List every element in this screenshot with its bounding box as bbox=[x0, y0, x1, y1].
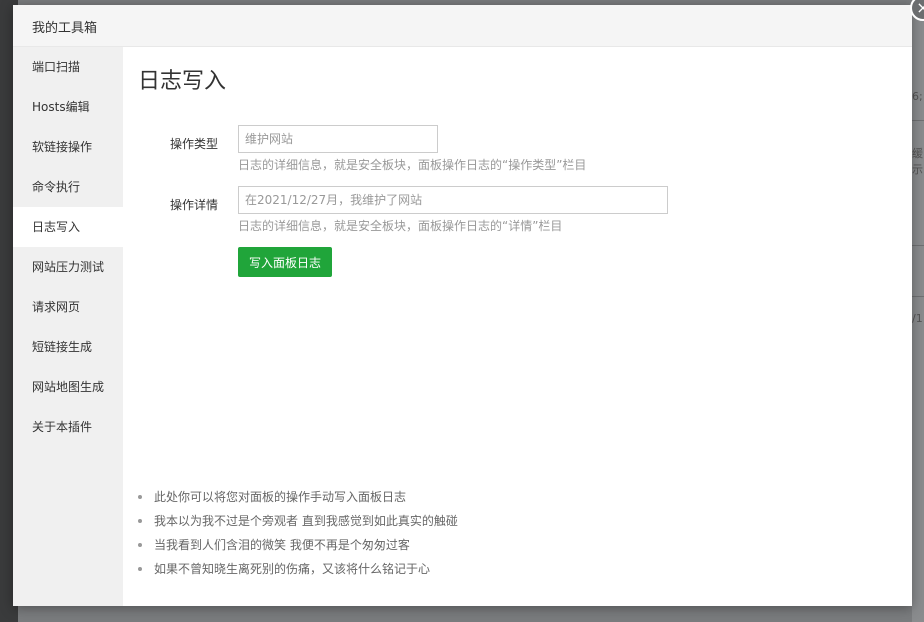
page-title: 日志写入 bbox=[138, 69, 227, 94]
tips-list: 此处你可以将您对面板的操作手动写入面板日志 我本以为我不过是个旁观者 直到我感觉… bbox=[138, 485, 458, 581]
operation-type-label: 操作类型 bbox=[169, 137, 218, 151]
operation-detail-input[interactable] bbox=[238, 186, 668, 214]
tip-item: 当我看到人们含泪的微笑 我便不再是个匆匆过客 bbox=[138, 533, 458, 557]
operation-detail-help: 日志的详细信息，就是安全板块，面板操作日志的“详情”栏目 bbox=[238, 219, 563, 233]
operation-detail-label: 操作详情 bbox=[169, 198, 218, 212]
tip-item: 如果不曾知晓生离死别的伤痛，又该将什么铭记于心 bbox=[138, 557, 458, 581]
dialog-title: 我的工具箱 bbox=[32, 21, 98, 36]
sidebar-item-command-exec[interactable]: 命令执行 bbox=[13, 167, 123, 207]
operation-type-help: 日志的详细信息，就是安全板块，面板操作日志的“操作类型”栏目 bbox=[238, 158, 587, 172]
main-content: 日志写入 操作类型 日志的详细信息，就是安全板块，面板操作日志的“操作类型”栏目… bbox=[123, 47, 912, 606]
sidebar-item-stress-test[interactable]: 网站压力测试 bbox=[13, 247, 123, 287]
background-edge-text: /1 bbox=[912, 312, 923, 325]
sidebar-item-request-page[interactable]: 请求网页 bbox=[13, 287, 123, 327]
toolbox-dialog: 我的工具箱 端口扫描 Hosts编辑 软链接操作 命令执行 日志写入 网站压力测… bbox=[13, 0, 924, 606]
background-edge-text: 缓示 bbox=[912, 147, 923, 176]
sidebar-item-hosts-edit[interactable]: Hosts编辑 bbox=[13, 87, 123, 127]
sidebar-item-symlink[interactable]: 软链接操作 bbox=[13, 127, 123, 167]
background-divider bbox=[912, 245, 924, 246]
dialog-header: 我的工具箱 bbox=[13, 5, 912, 47]
sidebar-item-short-link[interactable]: 短链接生成 bbox=[13, 327, 123, 367]
sidebar: 端口扫描 Hosts编辑 软链接操作 命令执行 日志写入 网站压力测试 请求网页… bbox=[13, 47, 123, 606]
tip-item: 我本以为我不过是个旁观者 直到我感觉到如此真实的触碰 bbox=[138, 509, 458, 533]
sidebar-item-about[interactable]: 关于本插件 bbox=[13, 407, 123, 447]
operation-type-input[interactable] bbox=[238, 125, 438, 153]
tip-item: 此处你可以将您对面板的操作手动写入面板日志 bbox=[138, 485, 458, 509]
background-edge-text: 6; bbox=[912, 90, 923, 103]
sidebar-item-sitemap[interactable]: 网站地图生成 bbox=[13, 367, 123, 407]
background-divider bbox=[912, 296, 924, 297]
background-divider bbox=[912, 120, 924, 121]
write-log-button[interactable]: 写入面板日志 bbox=[238, 247, 332, 277]
sidebar-item-log-write[interactable]: 日志写入 bbox=[13, 207, 123, 247]
sidebar-item-port-scan[interactable]: 端口扫描 bbox=[13, 47, 123, 87]
